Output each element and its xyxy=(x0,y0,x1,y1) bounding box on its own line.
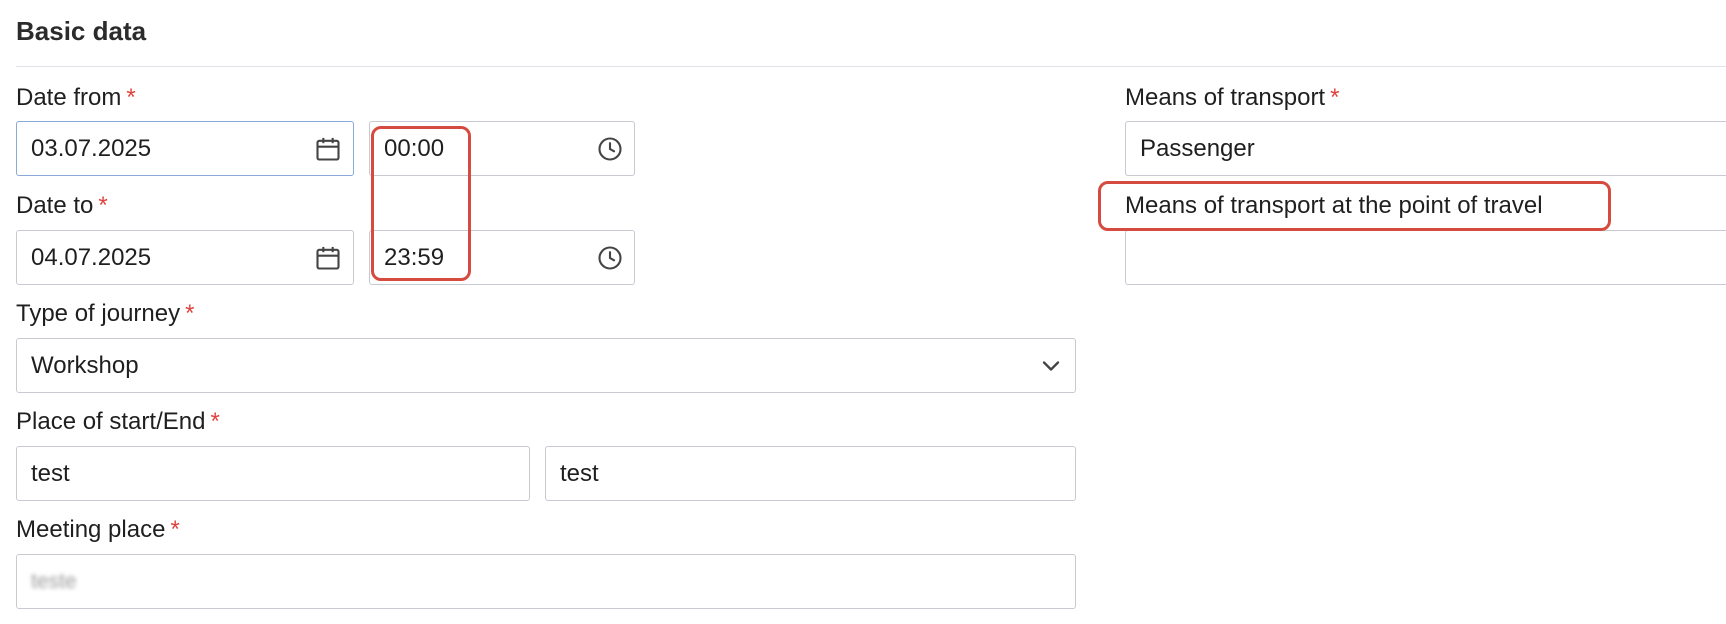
place-end-input[interactable]: test xyxy=(545,446,1076,501)
type-of-journey-select[interactable]: Workshop xyxy=(16,338,1076,393)
chevron-down-icon[interactable] xyxy=(1037,352,1065,380)
date-to-label-text: Date to xyxy=(16,192,94,219)
date-from-time-input[interactable]: 00:00 xyxy=(369,121,635,176)
date-to-time-value: 23:59 xyxy=(384,244,445,271)
required-marker: * xyxy=(210,408,220,435)
calendar-icon[interactable] xyxy=(314,135,342,163)
means-of-transport-label: Means of transport * xyxy=(1125,84,1339,112)
place-start-value: test xyxy=(31,460,70,487)
date-from-label: Date from * xyxy=(16,84,136,112)
meeting-place-input[interactable]: teste xyxy=(16,554,1076,609)
meeting-place-value: teste xyxy=(31,570,77,593)
means-of-transport-input[interactable]: Passenger xyxy=(1125,121,1726,176)
date-to-time-input[interactable]: 23:59 xyxy=(369,230,635,285)
place-end-value: test xyxy=(560,460,599,487)
date-to-date-input[interactable]: 04.07.2025 xyxy=(16,230,354,285)
section-title: Basic data xyxy=(16,16,147,46)
means-at-point-input[interactable] xyxy=(1125,230,1726,285)
means-at-point-label: Means of transport at the point of trave… xyxy=(1125,192,1543,219)
required-marker: * xyxy=(170,516,180,543)
date-from-label-text: Date from xyxy=(16,84,122,111)
date-from-date-value: 03.07.2025 xyxy=(31,135,152,162)
required-marker: * xyxy=(185,300,195,327)
type-of-journey-value: Workshop xyxy=(31,352,139,379)
type-of-journey-label: Type of journey * xyxy=(16,300,194,328)
means-of-transport-label-text: Means of transport xyxy=(1125,84,1326,111)
date-to-label: Date to * xyxy=(16,192,108,220)
clock-icon[interactable] xyxy=(596,135,624,163)
clock-icon[interactable] xyxy=(596,244,624,272)
means-of-transport-value: Passenger xyxy=(1140,135,1255,162)
date-from-time-value: 00:00 xyxy=(384,135,445,162)
section-divider xyxy=(16,66,1726,67)
calendar-icon[interactable] xyxy=(314,244,342,272)
place-label-text: Place of start/End xyxy=(16,408,206,435)
type-of-journey-label-text: Type of journey xyxy=(16,300,181,327)
date-to-date-value: 04.07.2025 xyxy=(31,244,152,271)
place-start-input[interactable]: test xyxy=(16,446,530,501)
required-marker: * xyxy=(1330,84,1340,111)
date-from-date-input[interactable]: 03.07.2025 xyxy=(16,121,354,176)
required-marker: * xyxy=(126,84,136,111)
place-label: Place of start/End * xyxy=(16,408,220,436)
meeting-place-label-text: Meeting place xyxy=(16,516,166,543)
required-marker: * xyxy=(98,192,108,219)
meeting-place-label: Meeting place * xyxy=(16,516,180,544)
